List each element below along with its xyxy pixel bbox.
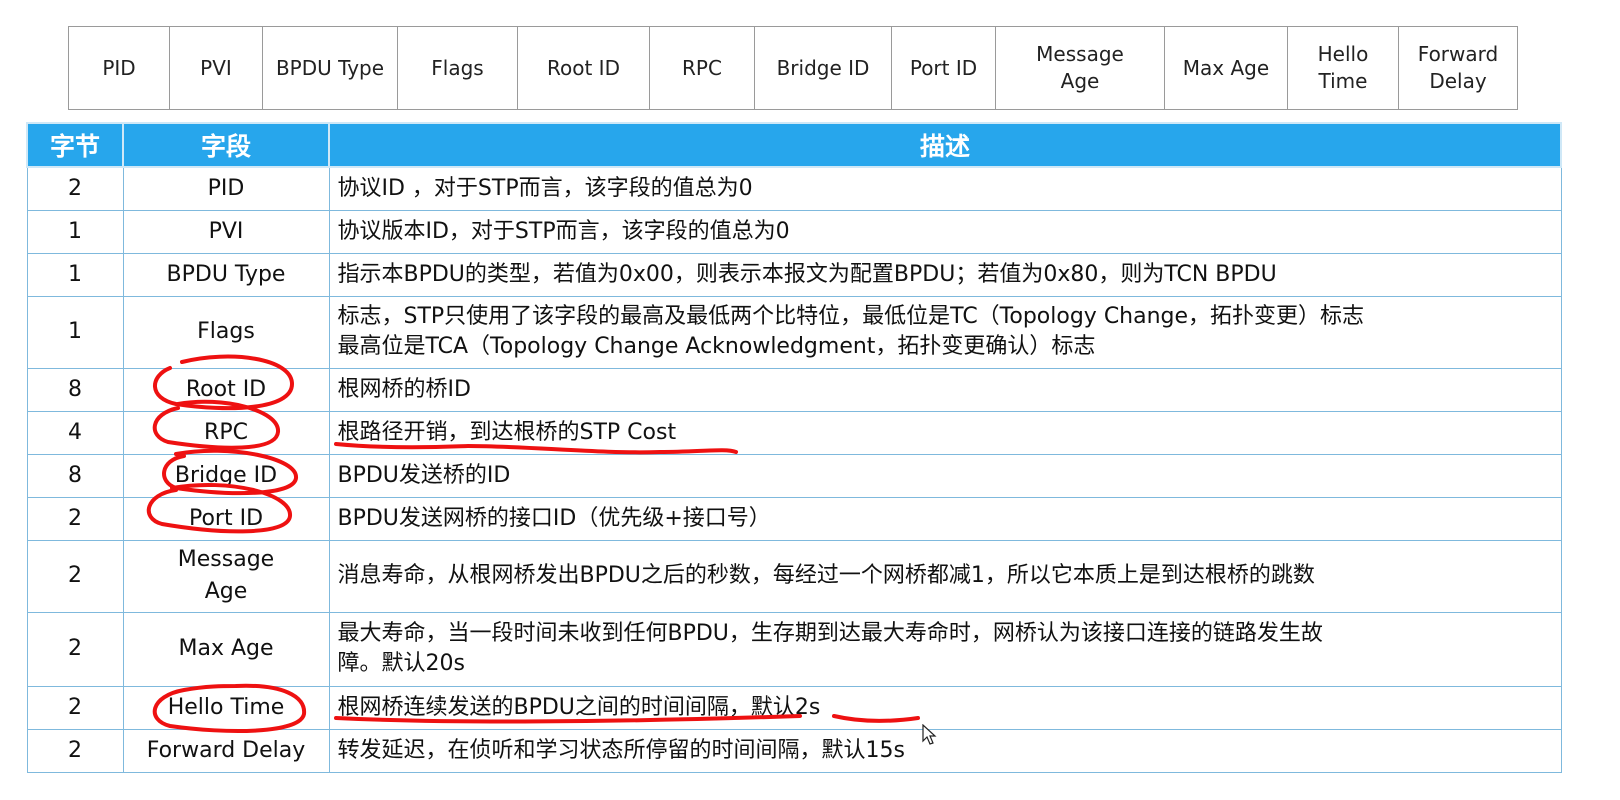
frame-field-flags: Flags [398,27,518,109]
frame-field-pid: PID [69,27,170,109]
cell-desc: 最大寿命，当一段时间未收到任何BPDU，生存期到达最大寿命时，网桥认为该接口连接… [328,611,1562,687]
frame-field-bpdu-type: BPDU Type [263,27,398,109]
frame-field-forward-delay: Forward Delay [1399,27,1517,109]
cell-byte: 1 [26,252,124,297]
frame-field-label: Port ID [909,55,978,80]
frame-field-bridge-id: Bridge ID [755,27,892,109]
table-row: 1 PVI 协议版本ID，对于STP而言，该字段的值总为0 [26,209,1562,254]
table-header-row: 字节 字段 描述 [26,122,1562,168]
table-row: 2 Max Age 最大寿命，当一段时间未收到任何BPDU，生存期到达最大寿命时… [26,611,1562,687]
table-row: 2 Port ID BPDU发送网桥的接口ID（优先级+接口号） [26,496,1562,541]
frame-field-label: Message Age [1036,42,1124,93]
cell-field: Bridge ID [122,453,330,498]
cell-byte: 2 [26,539,124,613]
table-row: 1 Flags 标志，STP只使用了该字段的最高及最低两个比特位，最低位是TC（… [26,295,1562,369]
cell-desc: 根路径开销，到达根桥的STP Cost [328,410,1562,455]
cell-desc: 指示本BPDU的类型，若值为0x00，则表示本报文为配置BPDU；若值为0x80… [328,252,1562,297]
cell-field: Message Age [122,539,330,613]
cell-desc: 根网桥的桥ID [328,367,1562,412]
cell-field: Max Age [122,611,330,687]
cell-byte: 8 [26,367,124,412]
table-row: 8 Bridge ID BPDU发送桥的ID [26,453,1562,498]
header-desc: 描述 [328,122,1562,168]
table-row: 2 Forward Delay 转发延迟，在侦听和学习状态所停留的时间间隔，默认… [26,728,1562,773]
frame-field-label: Forward Delay [1417,42,1499,93]
frame-field-label: Hello Time [1317,42,1369,93]
frame-field-label: Bridge ID [776,55,870,80]
cell-field: BPDU Type [122,252,330,297]
bpdu-frame-strip: PID PVI BPDU Type Flags Root ID RPC Brid… [68,26,1518,110]
frame-field-label: RPC [682,55,722,80]
cell-field: Port ID [122,496,330,541]
frame-field-label: Root ID [547,55,620,80]
header-field: 字段 [122,122,330,168]
cell-field: Hello Time [122,685,330,730]
cell-desc: 转发延迟，在侦听和学习状态所停留的时间间隔，默认15s [328,728,1562,773]
cell-desc: 标志，STP只使用了该字段的最高及最低两个比特位，最低位是TC（Topology… [328,295,1562,369]
cell-byte: 1 [26,209,124,254]
table-row: 8 Root ID 根网桥的桥ID [26,367,1562,412]
cell-field: Forward Delay [122,728,330,773]
table-row: 1 BPDU Type 指示本BPDU的类型，若值为0x00，则表示本报文为配置… [26,252,1562,297]
frame-field-pvi: PVI [170,27,263,109]
cell-desc: BPDU发送桥的ID [328,453,1562,498]
cell-byte: 2 [26,728,124,773]
cell-byte: 2 [26,611,124,687]
cell-field: RPC [122,410,330,455]
table-row: 4 RPC 根路径开销，到达根桥的STP Cost [26,410,1562,455]
frame-field-max-age: Max Age [1165,27,1288,109]
mouse-pointer-icon [922,724,937,745]
frame-field-label: BPDU Type [275,55,385,80]
cell-field: PVI [122,209,330,254]
cell-byte: 8 [26,453,124,498]
table-row: 2 Hello Time 根网桥连续发送的BPDU之间的时间间隔，默认2s [26,685,1562,730]
cell-byte: 2 [26,685,124,730]
header-byte: 字节 [26,122,124,168]
frame-field-label: PVI [200,55,232,80]
cell-field: PID [122,166,330,211]
frame-field-rpc: RPC [650,27,755,109]
cell-desc: 根网桥连续发送的BPDU之间的时间间隔，默认2s [328,685,1562,730]
cell-desc: BPDU发送网桥的接口ID（优先级+接口号） [328,496,1562,541]
cell-byte: 4 [26,410,124,455]
cell-byte: 2 [26,496,124,541]
frame-field-label: PID [102,55,136,80]
frame-field-message-age: Message Age [996,27,1165,109]
cell-field: Root ID [122,367,330,412]
frame-field-hello-time: Hello Time [1288,27,1399,109]
frame-field-root-id: Root ID [518,27,650,109]
bpdu-field-table: 字节 字段 描述 2 PID 协议ID ，对于STP而言，该字段的值总为0 1 … [26,122,1562,773]
frame-field-label: Flags [431,55,484,80]
cell-desc: 消息寿命，从根网桥发出BPDU之后的秒数，每经过一个网桥都减1，所以它本质上是到… [328,539,1562,613]
cell-desc: 协议ID ，对于STP而言，该字段的值总为0 [328,166,1562,211]
cell-byte: 1 [26,295,124,369]
table-row: 2 Message Age 消息寿命，从根网桥发出BPDU之后的秒数，每经过一个… [26,539,1562,613]
cell-field: Flags [122,295,330,369]
frame-field-label: Max Age [1182,55,1270,80]
cell-byte: 2 [26,166,124,211]
table-row: 2 PID 协议ID ，对于STP而言，该字段的值总为0 [26,166,1562,211]
cell-desc: 协议版本ID，对于STP而言，该字段的值总为0 [328,209,1562,254]
frame-field-port-id: Port ID [892,27,996,109]
